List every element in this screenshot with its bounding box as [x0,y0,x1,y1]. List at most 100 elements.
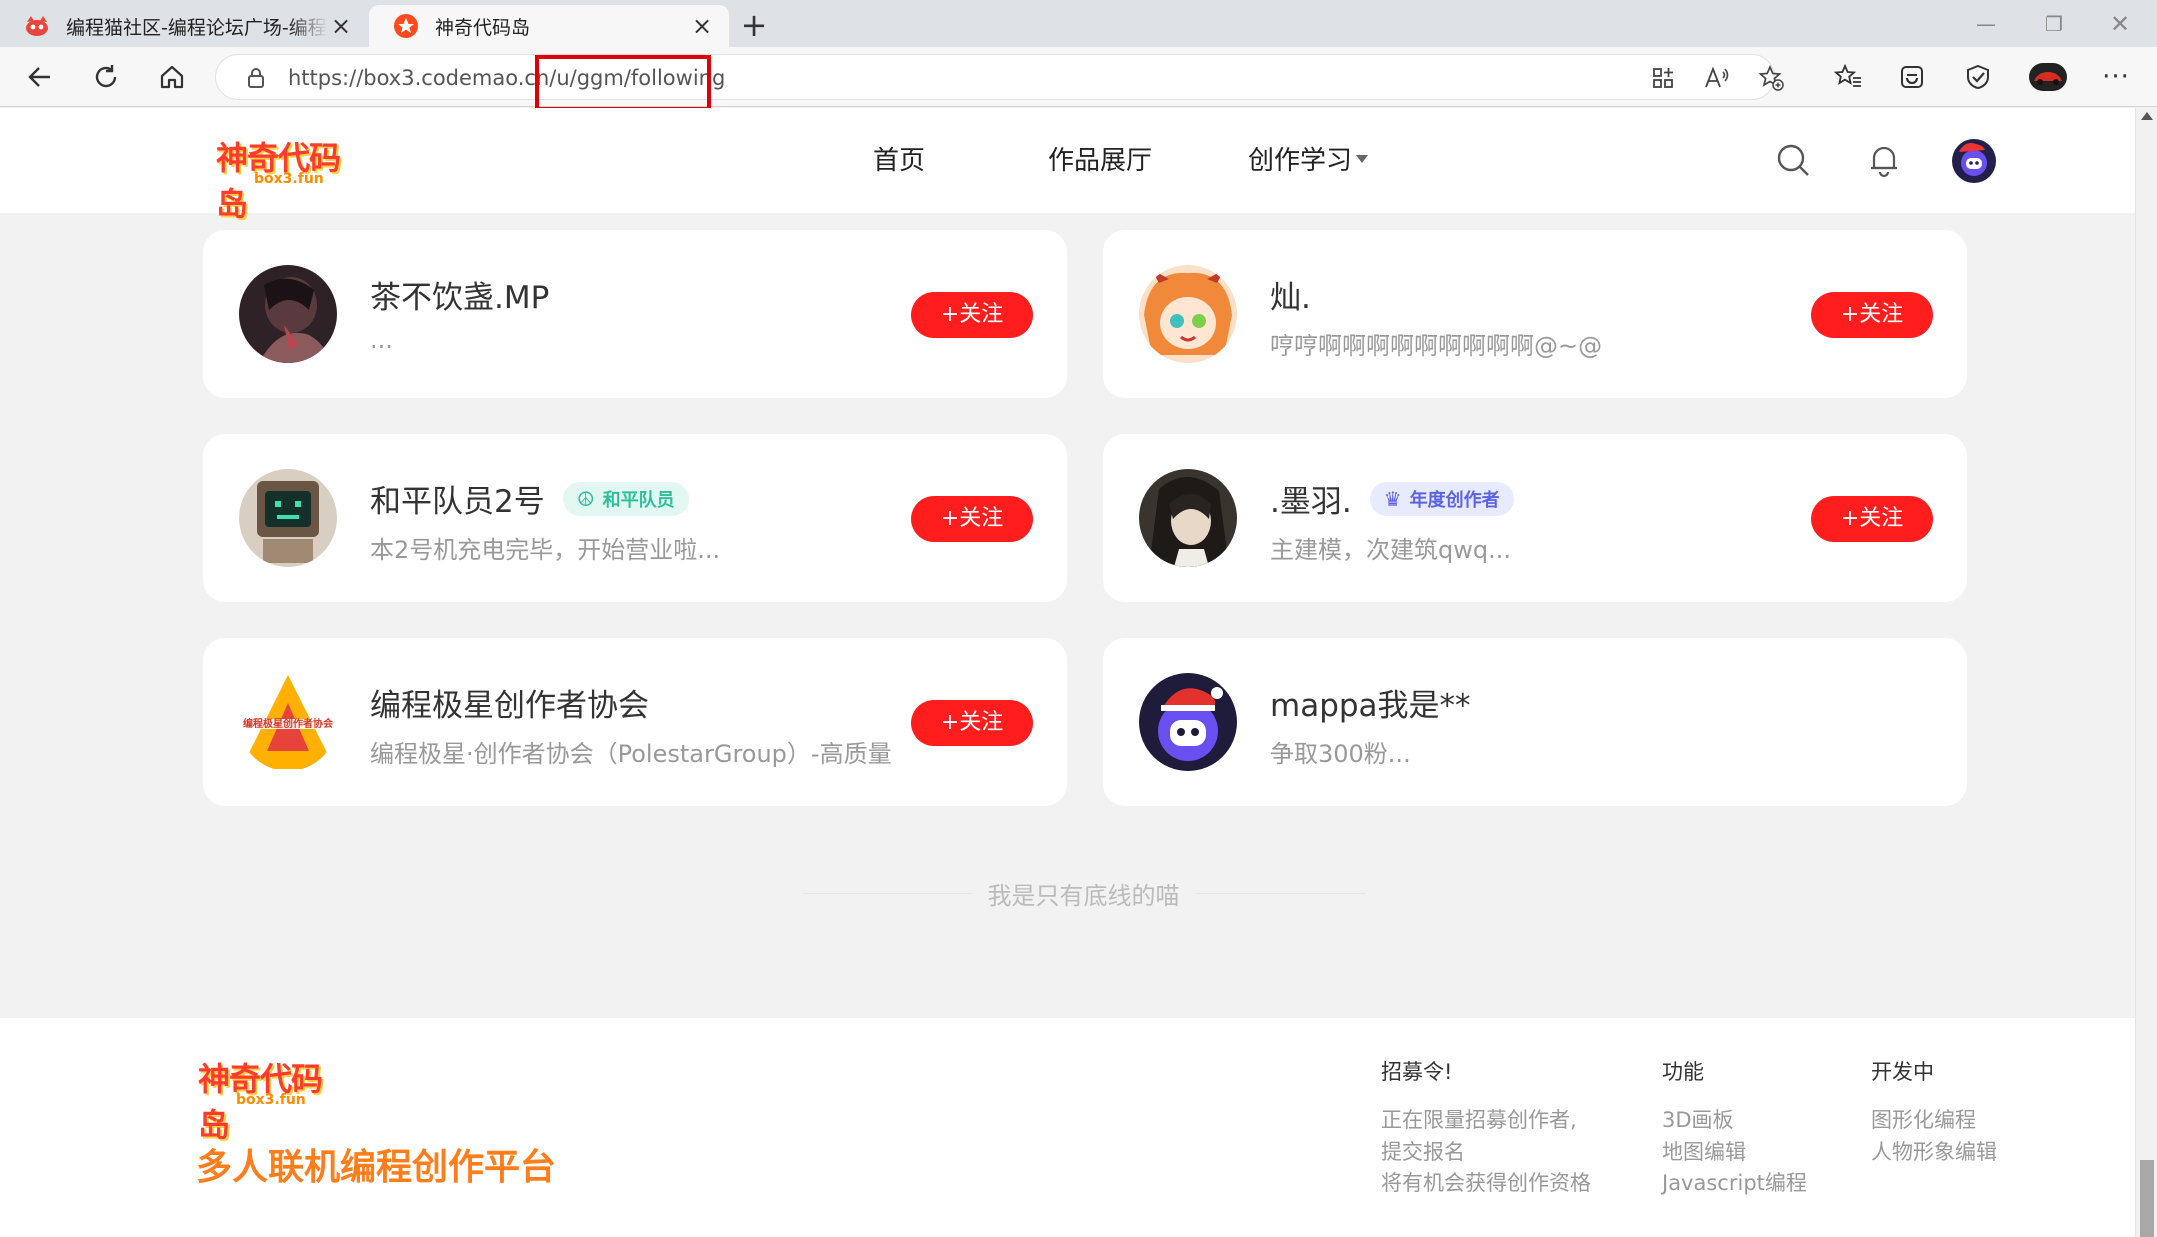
avatar[interactable]: 编程极星创作者协会 [239,673,337,771]
logo-subtext: box3.fun [254,171,324,187]
browser-tab-box3[interactable]: 神奇代码岛 × [369,5,729,47]
nav-learn-label: 创作学习 [1248,146,1353,176]
favorites-icon [1834,64,1861,87]
home-button[interactable] [152,57,192,97]
new-tab-button[interactable]: + [738,9,770,42]
user-name-row: .墨羽. ♛ 年度创作者 [1270,476,1514,521]
footer-dev-item[interactable]: 人物形象编辑 [1871,1136,1997,1166]
crown-icon: ♛ [1383,486,1402,511]
nav-home[interactable]: 首页 [873,140,925,177]
address-bar[interactable]: https://box3.codemao.cn/u/ggm/following [215,54,1784,100]
peace-team-badge: ☮ 和平队员 [562,481,689,516]
scroll-up-arrow-icon[interactable] [2141,112,2153,120]
restore-icon[interactable]: ❐ [2032,6,2076,42]
follow-button[interactable]: +关注 [1811,292,1933,338]
badge-label: 年度创作者 [1409,489,1500,511]
browser-tabstrip: 编程猫社区-编程论坛广场-编程学 × 神奇代码岛 × + — ❐ ✕ [0,0,2157,47]
footer-col-dev-title: 开发中 [1871,1060,1934,1084]
footer-col-features-title: 功能 [1662,1060,1704,1084]
profile-button[interactable] [2026,57,2070,97]
footer-feature-link[interactable]: 3D画板 [1662,1104,1734,1134]
avatar[interactable] [1139,673,1237,771]
search-icon [1777,144,1809,176]
user-bio: 争取300粉... [1270,740,1411,768]
tab-title: 编程猫社区-编程论坛广场-编程学 [66,16,328,39]
window-close-icon[interactable]: ✕ [2098,6,2142,42]
profile-car-icon [2029,63,2067,91]
back-arrow-icon [28,67,50,87]
add-favorite-icon[interactable] [1756,63,1786,93]
search-button[interactable] [1771,138,1815,182]
user-bio: 本2号机充电完毕，开始营业啦... [370,536,721,564]
user-name-row: 和平队员2号 ☮ 和平队员 [370,476,689,521]
browser-tab-codemao-community[interactable]: 编程猫社区-编程论坛广场-编程学 × [0,5,368,47]
notifications-button[interactable] [1862,138,1906,182]
nav-gallery[interactable]: 作品展厅 [1048,140,1152,177]
favorites-button[interactable] [1828,57,1868,97]
back-button[interactable] [20,57,60,97]
user-card[interactable]: 编程极星创作者协会 编程极星创作者协会 编程极星·创作者协会（PolestarG… [203,638,1067,806]
user-bio: 编程极星·创作者协会（PolestarGroup）-高质量 [370,740,892,768]
peace-icon: ☮ [576,486,595,511]
footer-feature-link[interactable]: Javascript编程 [1662,1167,1807,1197]
box3-mascot-icon [1952,139,1996,183]
user-name[interactable]: 灿. [1270,272,1311,317]
avatar[interactable] [239,469,337,567]
collections-icon [1901,66,1923,88]
bell-icon [1871,146,1897,178]
collections-button[interactable] [1892,57,1932,97]
page-scrollbar[interactable] [2135,108,2157,1237]
follow-button[interactable]: +关注 [1811,496,1933,542]
avatar[interactable] [239,265,337,363]
nav-learn[interactable]: 创作学习 [1248,140,1369,177]
browser-toolbar: https://box3.codemao.cn/u/ggm/following … [0,47,2157,111]
read-aloud-icon[interactable] [1702,63,1732,93]
refresh-button[interactable] [86,57,126,97]
url-highlight-box [535,55,711,111]
user-name[interactable]: 茶不饮盏.MP [370,272,549,317]
user-bio: 哼哼啊啊啊啊啊啊啊啊啊@~@ [1270,332,1603,360]
user-bio: ... [370,326,393,354]
user-card[interactable]: 和平队员2号 ☮ 和平队员 本2号机充电完毕，开始营业啦... +关注 [203,434,1067,602]
follow-button[interactable]: +关注 [911,292,1033,338]
user-avatar[interactable] [1951,138,1997,184]
user-card[interactable]: 茶不饮盏.MP ... +关注 [203,230,1067,398]
logo-subtext: box3.fun [236,1092,306,1108]
close-icon[interactable]: × [328,13,354,39]
more-menu-button[interactable]: ··· [2096,57,2136,97]
minimize-icon[interactable]: — [1964,6,2008,42]
follow-button[interactable]: +关注 [911,700,1033,746]
lock-icon [248,68,264,88]
app-available-icon[interactable] [1648,63,1678,93]
user-name[interactable]: mappa我是** [1270,680,1471,725]
extensions-button[interactable] [1958,57,1998,97]
home-icon [160,65,184,89]
close-icon[interactable]: × [689,13,715,39]
user-card[interactable]: 灿. 哼哼啊啊啊啊啊啊啊啊啊@~@ +关注 [1103,230,1967,398]
avatar-text: 编程极星创作者协会 [243,719,333,730]
scroll-thumb[interactable] [2140,1160,2154,1237]
footer-dev-item[interactable]: 图形化编程 [1871,1104,1976,1134]
footer-recruit-item[interactable]: 提交报名 [1381,1136,1465,1166]
user-card[interactable]: mappa我是** 争取300粉... [1103,638,1967,806]
footer-feature-link[interactable]: 地图编辑 [1662,1136,1746,1166]
end-of-list-label: 我是只有底线的喵 [971,882,1196,910]
codemao-favicon [26,16,48,36]
user-card[interactable]: .墨羽. ♛ 年度创作者 主建模，次建筑qwq... +关注 [1103,434,1967,602]
avatar[interactable] [1139,265,1237,363]
footer-slogan: 多人联机编程创作平台 [196,1147,557,1188]
refresh-icon [95,65,117,88]
site-logo[interactable]: 神奇代码岛 box3.fun [212,133,362,223]
user-name[interactable]: 编程极星创作者协会 [370,680,649,725]
footer-recruit-item[interactable]: 正在限量招募创作者, [1381,1104,1577,1134]
user-name[interactable]: 和平队员2号 [370,476,545,521]
caret-down-icon [1356,154,1369,163]
user-name[interactable]: .墨羽. [1270,476,1352,521]
follow-button[interactable]: +关注 [911,496,1033,542]
avatar[interactable] [1139,469,1237,567]
annual-creator-badge: ♛ 年度创作者 [1369,481,1514,516]
tab-title: 神奇代码岛 [435,16,531,39]
footer-col-recruit-title: 招募令! [1381,1060,1453,1084]
footer-recruit-item[interactable]: 将有机会获得创作资格 [1381,1167,1591,1197]
footer-logo[interactable]: 神奇代码岛 box3.fun [196,1054,346,1144]
